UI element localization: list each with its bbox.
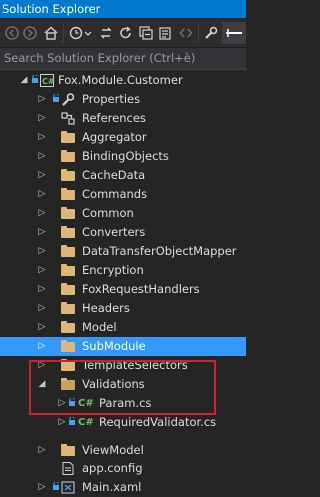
folder-icon xyxy=(61,302,75,314)
item-label: CacheData xyxy=(82,168,146,182)
item-label: Main.xaml xyxy=(82,480,142,494)
lock-icon xyxy=(53,482,59,490)
collapsed-arrow-icon[interactable]: ▷ xyxy=(37,261,47,280)
tree-item-file[interactable]: ▷ Main.xaml xyxy=(0,478,246,497)
collapsed-arrow-icon[interactable]: ▷ xyxy=(37,299,47,318)
collapsed-arrow-icon[interactable]: ▷ xyxy=(37,280,47,299)
item-label: RequiredValidator.cs xyxy=(99,415,217,429)
tree-item-file[interactable]: ▷ C# RequiredValidator.cs xyxy=(0,413,246,432)
folder-icon xyxy=(61,321,75,333)
folder-icon xyxy=(61,207,75,219)
lock-icon xyxy=(69,417,75,425)
collapsed-arrow-icon[interactable]: ▷ xyxy=(37,242,47,261)
folder-icon xyxy=(61,150,75,162)
collapsed-arrow-icon[interactable]: ▷ xyxy=(37,441,47,460)
tree-item-references[interactable]: ▷ References xyxy=(0,109,246,128)
wrench-icon xyxy=(62,93,75,106)
lock-icon xyxy=(53,94,59,102)
item-label: ViewModel xyxy=(82,443,144,457)
search-input[interactable]: Search Solution Explorer (Ctrl+è) xyxy=(4,48,195,69)
item-label: Encryption xyxy=(82,263,144,277)
collapsed-arrow-icon[interactable]: ▷ xyxy=(37,204,47,223)
view-code-icon[interactable] xyxy=(178,25,194,41)
svg-text:C#: C# xyxy=(42,77,54,86)
item-label: Properties xyxy=(82,92,141,106)
tree-item-folder[interactable]: ▷ FoxRequestHandlers xyxy=(0,280,246,299)
collapsed-arrow-icon[interactable]: ▷ xyxy=(37,318,47,337)
tree-item-file[interactable]: app.config xyxy=(0,459,246,478)
collapsed-arrow-icon[interactable]: ▷ xyxy=(37,128,47,147)
tree-item-properties[interactable]: ▷ Properties xyxy=(0,90,246,109)
folder-icon xyxy=(61,264,75,276)
tree-item-folder[interactable]: ▷ Model xyxy=(0,318,246,337)
collapsed-arrow-icon[interactable]: ▷ xyxy=(37,223,47,242)
folder-icon xyxy=(61,226,75,238)
tree-item-folder[interactable]: ▷ ViewModel xyxy=(0,441,246,460)
tree-item-folder-selected[interactable]: ▷ SubModule xyxy=(0,337,246,356)
tree-item-folder[interactable]: ▷ Commands xyxy=(0,185,246,204)
collapsed-arrow-icon[interactable]: ▷ xyxy=(57,413,67,432)
item-label: Aggregator xyxy=(82,130,147,144)
item-label: Common xyxy=(82,206,134,220)
collapsed-arrow-icon[interactable]: ▷ xyxy=(37,109,47,128)
tree-item-folder[interactable]: ▷ BindingObjects xyxy=(0,147,246,166)
toolbar xyxy=(0,18,246,48)
csharp-project-icon: C# xyxy=(40,74,54,87)
collapsed-arrow-icon[interactable]: ▷ xyxy=(37,90,47,109)
lock-icon xyxy=(32,75,38,83)
show-all-icon[interactable] xyxy=(158,25,174,41)
tree-item-folder[interactable]: ▷ Encryption xyxy=(0,261,246,280)
folder-icon xyxy=(61,444,75,456)
folder-icon xyxy=(61,340,75,352)
back-icon[interactable] xyxy=(4,25,20,41)
item-label: SubModule xyxy=(82,339,146,353)
history-icon[interactable] xyxy=(68,25,94,41)
tree-item-folder[interactable]: ▷ DataTransferObjectMapper xyxy=(0,242,246,261)
references-icon xyxy=(61,112,75,125)
item-label: BindingObjects xyxy=(82,149,169,163)
item-label: DataTransferObjectMapper xyxy=(82,244,237,258)
collapsed-arrow-icon[interactable]: ▷ xyxy=(37,166,47,185)
item-label: Converters xyxy=(82,225,146,239)
collapsed-arrow-icon[interactable]: ▷ xyxy=(37,185,47,204)
collapsed-arrow-icon[interactable]: ▷ xyxy=(37,478,47,497)
forward-icon[interactable] xyxy=(22,25,38,41)
tree-item-project[interactable]: ◢ C# Fox.Module.Customer xyxy=(0,71,246,90)
folder-icon xyxy=(61,283,75,295)
highlight-annotation xyxy=(29,360,216,415)
tree-item-folder[interactable]: ▷ CacheData xyxy=(0,166,246,185)
refresh-icon[interactable] xyxy=(118,25,134,41)
tree-item-folder[interactable]: ▷ Converters xyxy=(0,223,246,242)
item-label: Commands xyxy=(82,187,148,201)
tree-item-folder[interactable]: ▷ Headers xyxy=(0,299,246,318)
csharp-file-icon: C# xyxy=(78,417,94,428)
folder-icon xyxy=(61,188,75,200)
collapse-icon[interactable] xyxy=(138,25,154,41)
pin-icon[interactable] xyxy=(222,22,246,44)
xaml-file-icon xyxy=(61,481,75,494)
home-icon[interactable] xyxy=(42,25,60,41)
item-label: Headers xyxy=(82,301,130,315)
tree-item-folder[interactable]: ▷ Aggregator xyxy=(0,128,246,147)
item-label: Model xyxy=(82,320,117,334)
tree-item-folder[interactable]: ▷ Common xyxy=(0,204,246,223)
collapsed-arrow-icon[interactable]: ▷ xyxy=(37,337,47,356)
project-name: Fox.Module.Customer xyxy=(58,73,183,87)
item-label: FoxRequestHandlers xyxy=(82,282,200,296)
folder-icon xyxy=(61,131,75,143)
collapsed-arrow-icon[interactable]: ▷ xyxy=(37,147,47,166)
item-label: app.config xyxy=(82,461,143,475)
sync-icon[interactable] xyxy=(98,25,114,41)
folder-icon xyxy=(61,245,75,257)
config-file-icon xyxy=(62,462,74,475)
search-box[interactable]: Search Solution Explorer (Ctrl+è) xyxy=(0,48,246,70)
expand-arrow-icon[interactable]: ◢ xyxy=(19,71,29,90)
item-label: References xyxy=(82,111,146,125)
folder-icon xyxy=(61,169,75,181)
properties-wrench-icon[interactable] xyxy=(203,25,219,41)
window-title: Solution Explorer xyxy=(0,0,246,18)
